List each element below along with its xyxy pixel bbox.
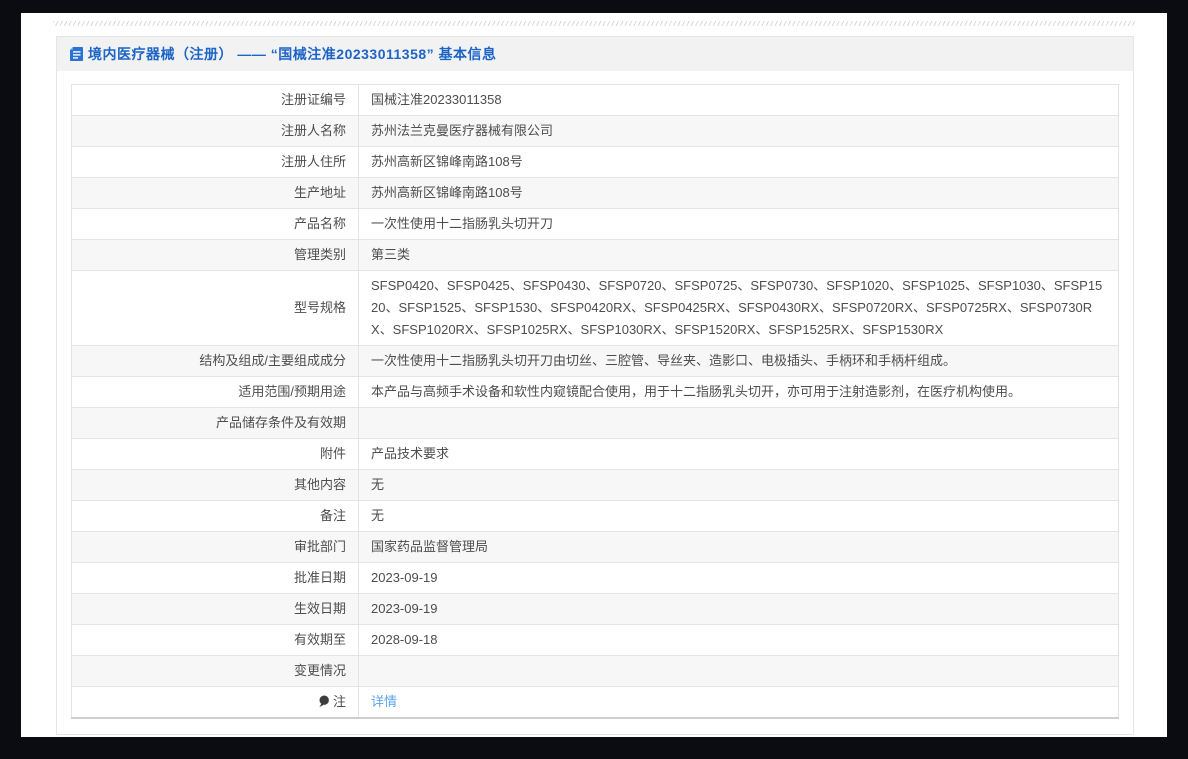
row-label: 附件 bbox=[71, 438, 359, 470]
row-label: 产品储存条件及有效期 bbox=[71, 407, 359, 439]
page-background: 境内医疗器械（注册） —— “国械注准20233011358” 基本信息 注册证… bbox=[21, 13, 1167, 737]
row-value: 无 bbox=[358, 469, 1119, 501]
table-row: 结构及组成/主要组成成分 一次性使用十二指肠乳头切开刀由切丝、三腔管、导丝夹、造影… bbox=[71, 345, 1119, 377]
row-value: 2023-09-19 bbox=[358, 562, 1119, 594]
table-row: 变更情况 bbox=[71, 655, 1119, 687]
content-panel: 境内医疗器械（注册） —— “国械注准20233011358” 基本信息 注册证… bbox=[56, 36, 1134, 735]
table-row: 注册人名称 苏州法兰克曼医疗器械有限公司 bbox=[71, 115, 1119, 147]
table-row: 审批部门 国家药品监督管理局 bbox=[71, 531, 1119, 563]
row-label: 注 bbox=[71, 686, 359, 719]
table-row: 生产地址 苏州高新区锦峰南路108号 bbox=[71, 177, 1119, 209]
title-bar: 境内医疗器械（注册） —— “国械注准20233011358” 基本信息 bbox=[57, 37, 1133, 71]
row-label: 备注 bbox=[71, 500, 359, 532]
row-value bbox=[358, 407, 1119, 439]
row-value: 无 bbox=[358, 500, 1119, 532]
row-value: 2023-09-19 bbox=[358, 593, 1119, 625]
table-row: 备注无 bbox=[71, 500, 1119, 532]
row-value: 本产品与高频手术设备和软性内窥镜配合使用，用于十二指肠乳头切开，亦可用于注射造影… bbox=[358, 376, 1119, 408]
table-row: 注册证编号 国械注准20233011358 bbox=[71, 84, 1119, 116]
row-value: 国家药品监督管理局 bbox=[358, 531, 1119, 563]
table-row: 附件 产品技术要求 bbox=[71, 438, 1119, 470]
table-row: 其他内容无 bbox=[71, 469, 1119, 501]
row-label: 型号规格 bbox=[71, 270, 359, 346]
row-value: 详情 bbox=[358, 686, 1119, 719]
table-row: 产品储存条件及有效期 bbox=[71, 407, 1119, 439]
row-label: 注册人名称 bbox=[71, 115, 359, 147]
row-label: 批准日期 bbox=[71, 562, 359, 594]
row-value: 一次性使用十二指肠乳头切开刀 bbox=[358, 208, 1119, 240]
row-label: 变更情况 bbox=[71, 655, 359, 687]
document-icon bbox=[69, 46, 84, 62]
row-label: 产品名称 bbox=[71, 208, 359, 240]
row-label: 生产地址 bbox=[71, 177, 359, 209]
row-label: 管理类别 bbox=[71, 239, 359, 271]
row-value: 国械注准20233011358 bbox=[358, 84, 1119, 116]
table-row: 产品名称 一次性使用十二指肠乳头切开刀 bbox=[71, 208, 1119, 240]
page-title: 境内医疗器械（注册） —— “国械注准20233011358” 基本信息 bbox=[88, 46, 497, 62]
row-label: 审批部门 bbox=[71, 531, 359, 563]
row-value: 一次性使用十二指肠乳头切开刀由切丝、三腔管、导丝夹、造影口、电极插头、手柄环和手… bbox=[358, 345, 1119, 377]
row-value: SFSP0420、SFSP0425、SFSP0430、SFSP0720、SFSP… bbox=[358, 270, 1119, 346]
table-row: 有效期至 2028-09-18 bbox=[71, 624, 1119, 656]
table-row: 批准日期 2023-09-19 bbox=[71, 562, 1119, 594]
table-row: 管理类别 第三类 bbox=[71, 239, 1119, 271]
row-value: 苏州高新区锦峰南路108号 bbox=[358, 177, 1119, 209]
row-label: 注册证编号 bbox=[71, 84, 359, 116]
table-row: 型号规格 SFSP0420、SFSP0425、SFSP0430、SFSP0720、… bbox=[71, 270, 1119, 346]
row-value: 苏州法兰克曼医疗器械有限公司 bbox=[358, 115, 1119, 147]
row-label: 其他内容 bbox=[71, 469, 359, 501]
info-table: 注册证编号 国械注准20233011358 注册人名称 苏州法兰克曼医疗器械有限公司注… bbox=[71, 84, 1119, 719]
row-value: 苏州高新区锦峰南路108号 bbox=[358, 146, 1119, 178]
table-row: 生效日期 2023-09-19 bbox=[71, 593, 1119, 625]
row-value bbox=[358, 655, 1119, 687]
row-label: 适用范围/预期用途 bbox=[71, 376, 359, 408]
row-value: 2028-09-18 bbox=[358, 624, 1119, 656]
info-table-body: 注册证编号 国械注准20233011358 注册人名称 苏州法兰克曼医疗器械有限公司注… bbox=[71, 84, 1119, 719]
row-label: 结构及组成/主要组成成分 bbox=[71, 345, 359, 377]
hatch-accent-strip bbox=[53, 21, 1135, 26]
row-label: 注册人住所 bbox=[71, 146, 359, 178]
row-value: 第三类 bbox=[358, 239, 1119, 271]
table-wrapper: 注册证编号 国械注准20233011358 注册人名称 苏州法兰克曼医疗器械有限公司注… bbox=[57, 71, 1133, 734]
detail-link[interactable]: 详情 bbox=[371, 694, 397, 709]
table-row: 注详情 bbox=[71, 686, 1119, 719]
table-row: 注册人住所 苏州高新区锦峰南路108号 bbox=[71, 146, 1119, 178]
row-label: 生效日期 bbox=[71, 593, 359, 625]
table-row: 适用范围/预期用途 本产品与高频手术设备和软性内窥镜配合使用，用于十二指肠乳头切开… bbox=[71, 376, 1119, 408]
row-label: 有效期至 bbox=[71, 624, 359, 656]
note-icon bbox=[318, 695, 330, 708]
row-value: 产品技术要求 bbox=[358, 438, 1119, 470]
